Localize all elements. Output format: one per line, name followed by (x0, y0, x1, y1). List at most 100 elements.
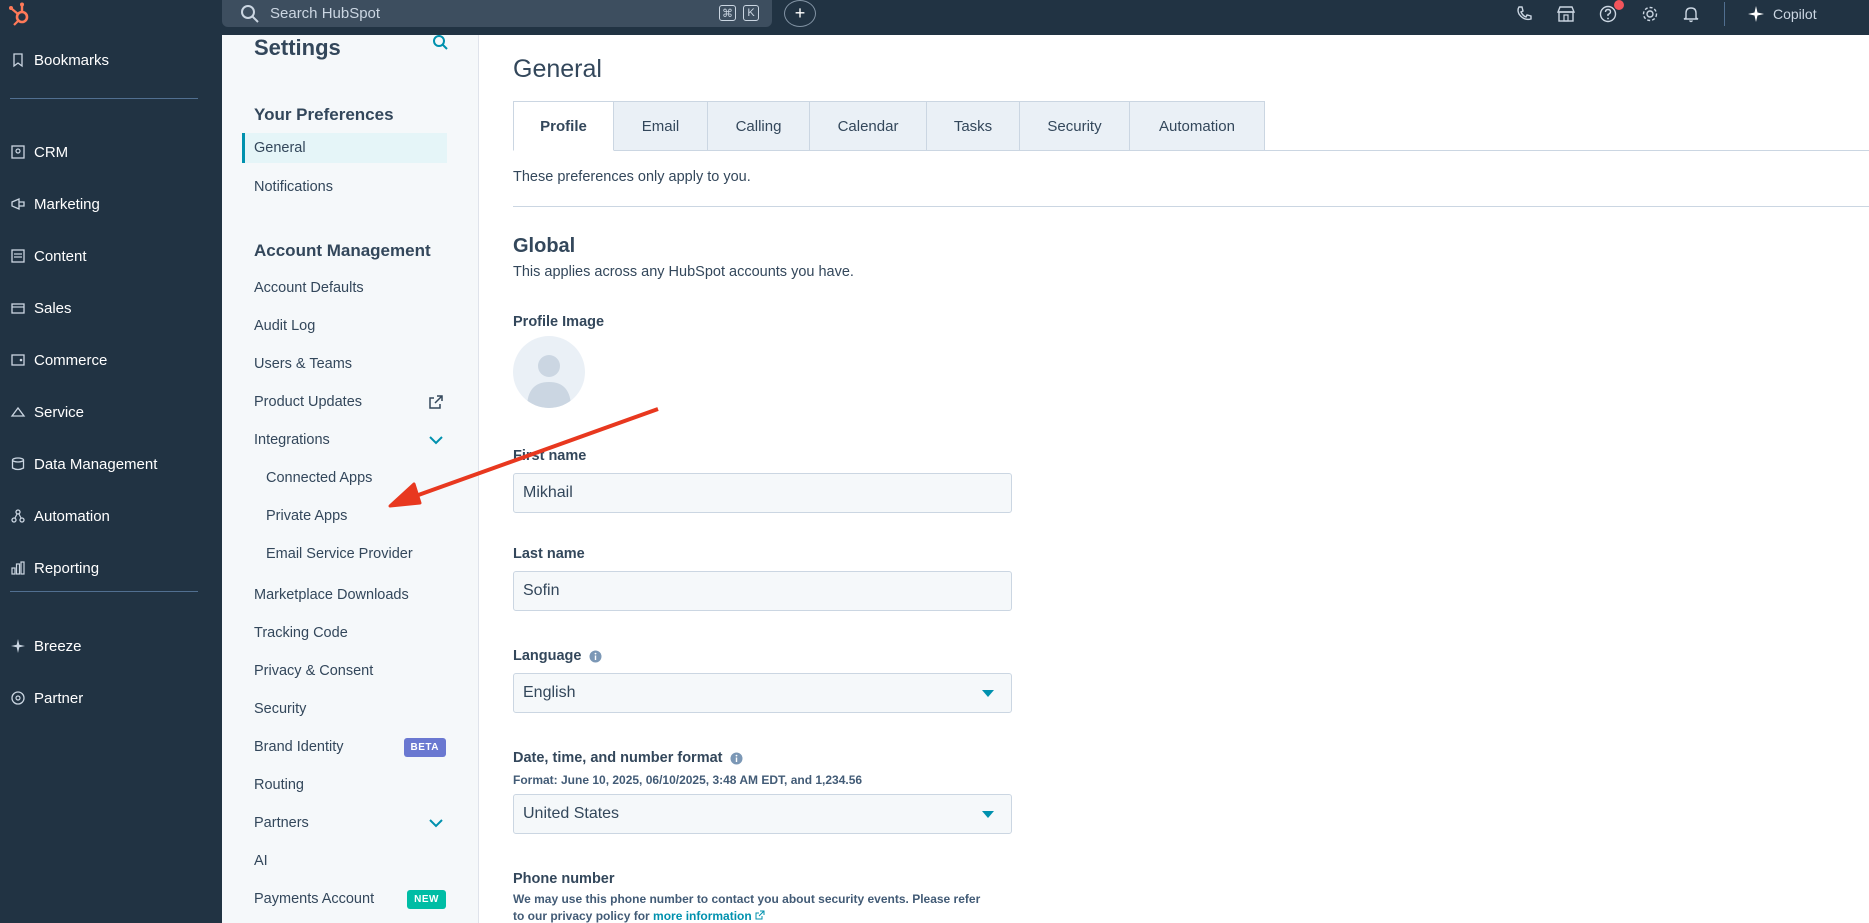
sidebar-item-account-defaults[interactable]: Account Defaults (254, 273, 454, 303)
tab-tasks[interactable]: Tasks (927, 101, 1020, 151)
date-format-select[interactable]: United States (513, 794, 1012, 834)
last-name-field[interactable]: Sofin (513, 571, 1012, 611)
nav-label: Content (34, 247, 87, 265)
phone-hint: We may use this phone number to contact … (513, 892, 981, 906)
search-icon[interactable] (431, 35, 451, 55)
sidebar-item-label: Partners (254, 815, 309, 831)
nav-item-commerce[interactable]: Commerce (0, 345, 222, 375)
tab-profile[interactable]: Profile (513, 101, 614, 151)
nav-label: Commerce (34, 351, 108, 369)
sidebar-item-privacy-consent[interactable]: Privacy & Consent (254, 656, 454, 686)
database-icon (11, 457, 25, 471)
sidebar-item-integrations[interactable]: Integrations (254, 425, 454, 455)
date-format-hint: Format: June 10, 2025, 06/10/2025, 3:48 … (513, 773, 863, 787)
copilot-button[interactable]: Copilot (1748, 3, 1817, 25)
avatar[interactable] (513, 336, 585, 408)
nav-item-reporting[interactable]: Reporting (0, 553, 222, 583)
breeze-icon (11, 639, 25, 653)
sidebar-item-security[interactable]: Security (254, 694, 454, 724)
sidebar-item-label: Payments Account (254, 891, 375, 907)
shortcut-cmd-key: ⌘ (719, 5, 736, 21)
notification-badge (1614, 0, 1624, 10)
nav-item-marketing[interactable]: Marketing (0, 189, 222, 219)
external-link-icon (429, 395, 443, 409)
nav-item-content[interactable]: Content (0, 241, 222, 271)
chevron-down-icon[interactable] (428, 815, 444, 831)
profile-image-label: Profile Image (513, 314, 605, 330)
info-icon[interactable] (589, 650, 602, 663)
service-icon (10, 406, 26, 417)
gear-icon[interactable] (1640, 4, 1660, 24)
caret-down-icon (982, 690, 994, 697)
nav-item-automation[interactable]: Automation (0, 501, 222, 531)
page-title: General (513, 55, 602, 83)
sidebar-item-users-teams[interactable]: Users & Teams (254, 349, 454, 379)
sidebar-item-routing[interactable]: Routing (254, 770, 454, 800)
search-placeholder: Search HubSpot (270, 5, 381, 22)
sidebar-item-product-updates[interactable]: Product Updates (254, 387, 454, 417)
date-format-label: Date, time, and number format (513, 750, 743, 766)
top-bar: Search HubSpot ⌘ K + Copilot (0, 0, 1869, 35)
sidebar-item-payments-account[interactable]: Payments Account NEW (254, 884, 454, 914)
first-name-field[interactable]: Mikhail (513, 473, 1012, 513)
tab-email[interactable]: Email (614, 101, 708, 151)
nav-item-bookmarks[interactable]: Bookmarks (0, 45, 222, 75)
language-select[interactable]: English (513, 673, 1012, 713)
nav-label: Automation (34, 507, 110, 525)
preferences-note: These preferences only apply to you. (513, 169, 751, 185)
tab-calendar[interactable]: Calendar (810, 101, 927, 151)
topbar-divider (1724, 2, 1725, 26)
chevron-up-icon[interactable] (428, 432, 444, 448)
main-content: General Profile Email Calling Calendar T… (479, 35, 1869, 923)
date-format-label-text: Date, time, and number format (513, 750, 723, 766)
tab-security[interactable]: Security (1020, 101, 1130, 151)
first-name-label: First name (513, 448, 587, 464)
nav-label: Sales (34, 299, 72, 317)
sidebar-item-label: Brand Identity (254, 739, 344, 755)
sidebar-item-notifications[interactable]: Notifications (254, 172, 454, 202)
hubspot-logo-icon[interactable] (4, 1, 34, 29)
copilot-label: Copilot (1773, 6, 1817, 22)
sidebar-item-label: Product Updates (254, 394, 363, 410)
tab-bar: Profile Email Calling Calendar Tasks Sec… (513, 101, 1265, 151)
commerce-icon (11, 354, 25, 366)
section-account-management: Account Management (254, 241, 431, 260)
phone-icon[interactable] (1514, 4, 1534, 24)
nav-item-sales[interactable]: Sales (0, 293, 222, 323)
marketplace-icon[interactable] (1556, 4, 1576, 24)
phone-number-label: Phone number (513, 871, 615, 887)
bell-icon[interactable] (1681, 4, 1701, 24)
sidebar-item-label: Integrations (254, 432, 330, 448)
language-label: Language (513, 648, 602, 664)
sidebar-item-audit-log[interactable]: Audit Log (254, 311, 454, 341)
global-heading: Global (513, 235, 576, 257)
caret-down-icon (982, 811, 994, 818)
sidebar-item-email-service-provider[interactable]: Email Service Provider (266, 539, 466, 569)
sidebar-item-connected-apps[interactable]: Connected Apps (266, 463, 466, 493)
more-information-link[interactable]: more information (653, 909, 752, 923)
sales-icon (11, 303, 25, 314)
nav-item-data-management[interactable]: Data Management (0, 449, 222, 479)
sidebar-item-partners[interactable]: Partners (254, 808, 454, 838)
sidebar-item-marketplace-downloads[interactable]: Marketplace Downloads (254, 580, 454, 610)
search-bar[interactable]: Search HubSpot ⌘ K (222, 0, 772, 27)
tab-calling[interactable]: Calling (708, 101, 810, 151)
section-your-preferences: Your Preferences (254, 105, 394, 124)
global-description: This applies across any HubSpot accounts… (513, 264, 854, 280)
sparkle-icon (1748, 6, 1764, 22)
sidebar-item-general[interactable]: General (242, 133, 447, 163)
nav-item-service[interactable]: Service (0, 397, 222, 427)
nav-item-partner[interactable]: Partner (0, 683, 222, 713)
nav-item-crm[interactable]: CRM (0, 137, 222, 167)
create-new-button[interactable]: + (784, 0, 816, 27)
content-icon (11, 249, 25, 263)
tab-automation[interactable]: Automation (1130, 101, 1265, 151)
nav-item-breeze[interactable]: Breeze (0, 631, 222, 661)
sidebar-item-tracking-code[interactable]: Tracking Code (254, 618, 454, 648)
nav-label: Marketing (34, 195, 100, 213)
user-silhouette-icon (527, 355, 571, 408)
sidebar-item-private-apps[interactable]: Private Apps (266, 501, 466, 531)
sidebar-item-brand-identity[interactable]: Brand Identity BETA (254, 732, 454, 762)
info-icon[interactable] (730, 752, 743, 765)
sidebar-item-ai[interactable]: AI (254, 846, 454, 876)
